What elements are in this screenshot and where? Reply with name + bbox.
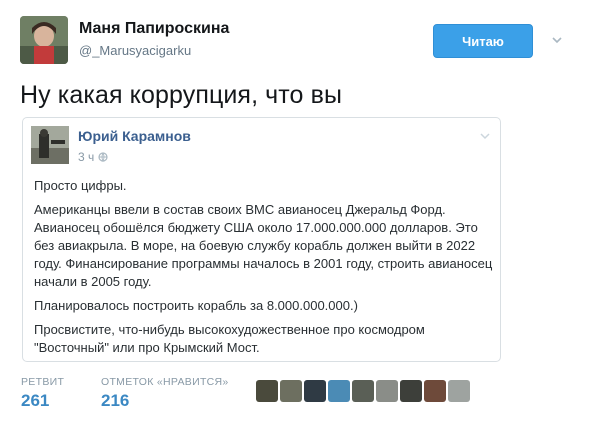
quoted-author-avatar[interactable]: [31, 126, 69, 164]
liker-avatar[interactable]: [280, 380, 302, 402]
author-handle[interactable]: @_Marusyacigarku: [79, 43, 191, 58]
retweets-label: РЕТВИТ: [21, 376, 65, 388]
quoted-paragraph: Планировалось построить корабль за 8.000…: [34, 298, 358, 313]
liker-avatar[interactable]: [400, 380, 422, 402]
liker-avatars: [256, 380, 470, 406]
liker-avatar[interactable]: [304, 380, 326, 402]
likes-label: ОТМЕТОК «НРАВИТСЯ»: [101, 376, 229, 388]
author-avatar-image: [20, 16, 68, 64]
following-button-label: Читаю: [462, 33, 504, 49]
quoted-paragraph: Просвистите, что-нибудь высокохудожестве…: [34, 322, 425, 355]
quoted-paragraph: Просто цифры.: [34, 178, 127, 193]
liker-avatar[interactable]: [328, 380, 350, 402]
likes-count[interactable]: 216: [101, 391, 129, 411]
chevron-down-icon[interactable]: [551, 34, 563, 46]
liker-avatar[interactable]: [424, 380, 446, 402]
liker-avatar[interactable]: [376, 380, 398, 402]
tweet-text: Ну какая коррупция, что вы: [20, 81, 343, 109]
author-avatar[interactable]: [20, 16, 68, 64]
quoted-body: Просто цифры. Американцы ввели в состав …: [34, 177, 494, 363]
quoted-time: 3 ч: [78, 150, 95, 164]
liker-avatar[interactable]: [256, 380, 278, 402]
liker-avatar[interactable]: [352, 380, 374, 402]
author-name[interactable]: Маня Папироскина: [79, 20, 229, 38]
quoted-time-row: 3 ч: [78, 150, 108, 164]
quoted-post[interactable]: Юрий Карамнов 3 ч Просто цифры. Американ…: [22, 117, 501, 362]
retweets-count[interactable]: 261: [21, 391, 49, 411]
following-button[interactable]: Читаю: [433, 24, 533, 58]
chevron-down-icon[interactable]: [479, 130, 491, 142]
quoted-paragraph: Американцы ввели в состав своих ВМС авиа…: [34, 202, 493, 289]
globe-icon: [98, 152, 108, 162]
quoted-author-name[interactable]: Юрий Карамнов: [78, 128, 191, 144]
liker-avatar[interactable]: [448, 380, 470, 402]
quoted-avatar-image: [31, 126, 69, 164]
